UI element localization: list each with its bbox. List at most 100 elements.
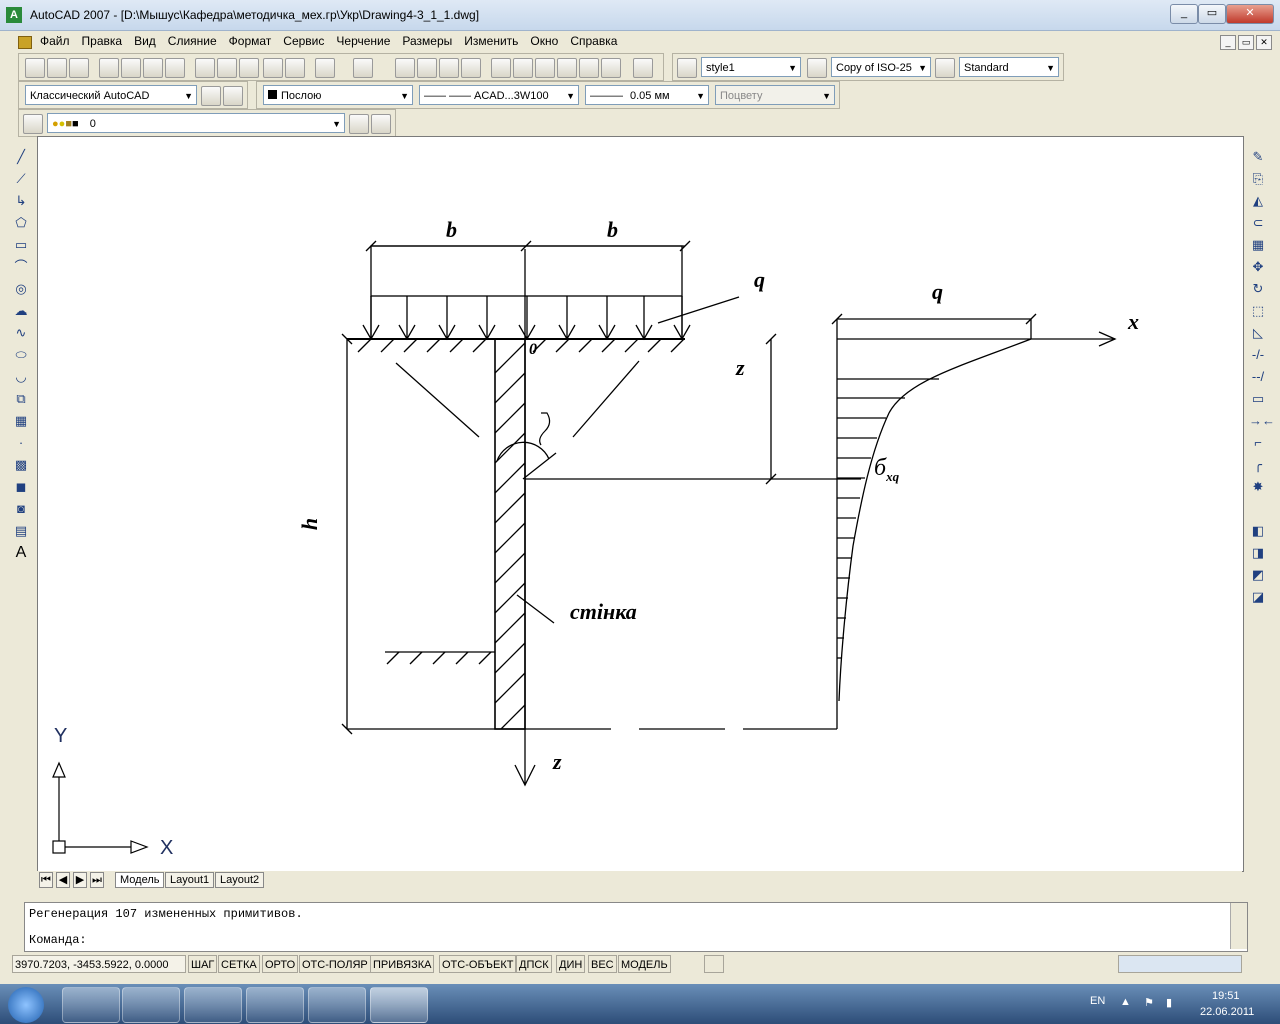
line-icon[interactable]: ╱ (12, 148, 30, 166)
region-icon[interactable]: ◙ (12, 500, 30, 518)
doc-minimize-icon[interactable]: _ (1220, 35, 1236, 50)
copy-icon[interactable] (217, 58, 237, 78)
table-icon[interactable]: ▤ (12, 522, 30, 540)
bring-above-icon[interactable]: ◩ (1249, 566, 1267, 584)
make-block-icon[interactable]: ▦ (12, 412, 30, 430)
revision-cloud-icon[interactable]: ☁ (12, 302, 30, 320)
trim-icon[interactable]: -/- (1249, 346, 1267, 364)
menu-file[interactable]: Файл (34, 31, 76, 51)
hatch-icon[interactable]: ▩ (12, 456, 30, 474)
offset-icon[interactable]: ⊂ (1249, 214, 1267, 232)
document-icon[interactable] (18, 36, 32, 49)
zoom-window-icon[interactable] (439, 58, 459, 78)
spline-icon[interactable]: ∿ (12, 324, 30, 342)
tray-settings-icon[interactable] (1118, 955, 1242, 973)
scale-icon[interactable]: ⬚ (1249, 302, 1267, 320)
last-tab-icon[interactable]: ⏭ (90, 872, 104, 888)
multiline-text-icon[interactable]: A (12, 544, 30, 562)
block-editor-icon[interactable] (285, 58, 305, 78)
plot-preview-icon[interactable] (121, 58, 141, 78)
toggle-otrack[interactable]: ОТС-ОБЪЕКТ (439, 955, 517, 973)
toggle-model[interactable]: МОДЕЛЬ (618, 955, 671, 973)
text-style-select[interactable]: style1 ▼ (701, 57, 801, 77)
viewport-icon[interactable] (704, 955, 724, 973)
media-player-taskbar-icon[interactable] (122, 987, 180, 1023)
rotate-icon[interactable]: ↻ (1249, 280, 1267, 298)
array-icon[interactable]: ▦ (1249, 236, 1267, 254)
menu-draw[interactable]: Черчение (330, 31, 396, 51)
zoom-realtime-icon[interactable] (417, 58, 437, 78)
make-layer-current-icon[interactable] (349, 114, 369, 134)
markup-icon[interactable] (579, 58, 599, 78)
plot-icon[interactable] (99, 58, 119, 78)
first-tab-icon[interactable]: ⏮ (39, 872, 53, 888)
explorer-taskbar-icon[interactable] (62, 987, 120, 1023)
save-icon[interactable] (69, 58, 89, 78)
toggle-grid[interactable]: СЕТКА (218, 955, 260, 973)
clock-date[interactable]: 22.06.2011 (1200, 1006, 1254, 1018)
draw-order-front-icon[interactable]: ◧ (1249, 522, 1267, 540)
toggle-dyn[interactable]: ДИН (556, 955, 586, 973)
insert-block-icon[interactable]: ⧉ (12, 390, 30, 408)
doc-close-icon[interactable]: ✕ (1256, 35, 1272, 50)
action-center-flag-icon[interactable]: ⚑ (1144, 996, 1154, 1009)
move-icon[interactable]: ✥ (1249, 258, 1267, 276)
toggle-osnap[interactable]: ПРИВЯЗКА (370, 955, 435, 973)
layer-manager-icon[interactable] (23, 114, 43, 134)
stretch-icon[interactable]: ◺ (1249, 324, 1267, 342)
internet-explorer-taskbar-icon[interactable] (184, 987, 242, 1023)
close-button[interactable]: ✕ (1226, 4, 1274, 24)
workspace-save-icon[interactable] (223, 86, 243, 106)
open-file-icon[interactable] (47, 58, 67, 78)
menu-edit[interactable]: Правка (76, 31, 129, 51)
match-properties-icon[interactable] (263, 58, 283, 78)
help-icon[interactable] (633, 58, 653, 78)
new-file-icon[interactable] (25, 58, 45, 78)
chamfer-icon[interactable]: ⌐ (1249, 434, 1267, 452)
toggle-lwt[interactable]: ВЕС (588, 955, 617, 973)
toggle-ortho[interactable]: ОРТО (262, 955, 299, 973)
layer-previous-icon[interactable] (371, 114, 391, 134)
menu-dimension[interactable]: Размеры (396, 31, 458, 51)
dim-style-icon[interactable] (807, 58, 827, 78)
color-select[interactable]: Послою ▼ (263, 85, 413, 105)
fillet-icon[interactable]: ╭ (1249, 456, 1267, 474)
toggle-snap[interactable]: ШАГ (188, 955, 218, 973)
draw-order-back-icon[interactable]: ◨ (1249, 544, 1267, 562)
cut-icon[interactable] (195, 58, 215, 78)
layer-select[interactable]: ●●■■ 0 ▼ (47, 113, 345, 133)
minimize-button[interactable]: _ (1170, 4, 1198, 24)
ellipse-arc-icon[interactable]: ◡ (12, 368, 30, 386)
publish-icon[interactable] (143, 58, 163, 78)
quickcalc-icon[interactable] (601, 58, 621, 78)
circle-icon[interactable]: ◎ (12, 280, 30, 298)
menu-view[interactable]: Вид (128, 31, 162, 51)
autocad-app-icon[interactable]: A (6, 7, 22, 23)
clock-time[interactable]: 19:51 (1212, 990, 1240, 1002)
tab-layout1[interactable]: Layout1 (165, 872, 215, 888)
tab-layout2[interactable]: Layout2 (215, 872, 265, 888)
network-icon[interactable]: ▮ (1166, 996, 1172, 1009)
ellipse-icon[interactable]: ⬭ (12, 346, 30, 364)
table-style-icon[interactable] (935, 58, 955, 78)
break-icon[interactable]: ▭ (1249, 390, 1267, 408)
undo-icon[interactable] (315, 58, 335, 78)
copy-object-icon[interactable]: ⎘ (1249, 170, 1267, 188)
polygon-icon[interactable]: ⬠ (12, 214, 30, 232)
text-style-icon[interactable] (677, 58, 697, 78)
skype-taskbar-icon[interactable] (246, 987, 304, 1023)
pan-icon[interactable] (395, 58, 415, 78)
linetype-select[interactable]: —— —— ACAD...3W100 ▼ (419, 85, 579, 105)
menu-tools[interactable]: Сервис (277, 31, 330, 51)
send-under-icon[interactable]: ◪ (1249, 588, 1267, 606)
erase-icon[interactable]: ✎ (1249, 148, 1267, 166)
autocad-taskbar-icon[interactable] (370, 987, 428, 1023)
menu-window[interactable]: Окно (524, 31, 564, 51)
zoom-previous-icon[interactable] (461, 58, 481, 78)
word-taskbar-icon[interactable] (308, 987, 366, 1023)
arc-icon[interactable]: ⌒ (12, 258, 30, 276)
explode-icon[interactable]: ✸ (1249, 478, 1267, 496)
tool-palettes-icon[interactable] (535, 58, 555, 78)
menu-merge[interactable]: Слияние (162, 31, 223, 51)
paste-icon[interactable] (239, 58, 259, 78)
